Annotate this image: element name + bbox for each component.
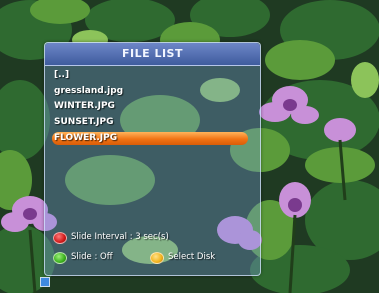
- file-item[interactable]: WINTER.JPG: [52, 100, 248, 113]
- file-list-panel: FILE LIST [..] gressland.jpg WINTER.JPG …: [44, 42, 261, 276]
- slide-toggle-label[interactable]: Slide : Off: [71, 252, 113, 262]
- slide-interval-label[interactable]: Slide Interval : 3 sec(s): [71, 232, 169, 242]
- file-item-parent[interactable]: [..]: [52, 69, 248, 82]
- yellow-key-icon: [150, 252, 164, 264]
- file-item-selected[interactable]: FLOWER.JPG: [52, 132, 248, 145]
- red-key-icon: [53, 232, 67, 244]
- green-key-icon: [53, 252, 67, 264]
- file-item[interactable]: SUNSET.JPG: [52, 116, 248, 129]
- panel-title: FILE LIST: [45, 43, 260, 66]
- file-item[interactable]: gressland.jpg: [52, 85, 248, 98]
- media-player-screen: FILE LIST [..] gressland.jpg WINTER.JPG …: [0, 0, 379, 293]
- corner-indicator-icon: [40, 277, 50, 287]
- select-disk-label[interactable]: Select Disk: [168, 252, 215, 262]
